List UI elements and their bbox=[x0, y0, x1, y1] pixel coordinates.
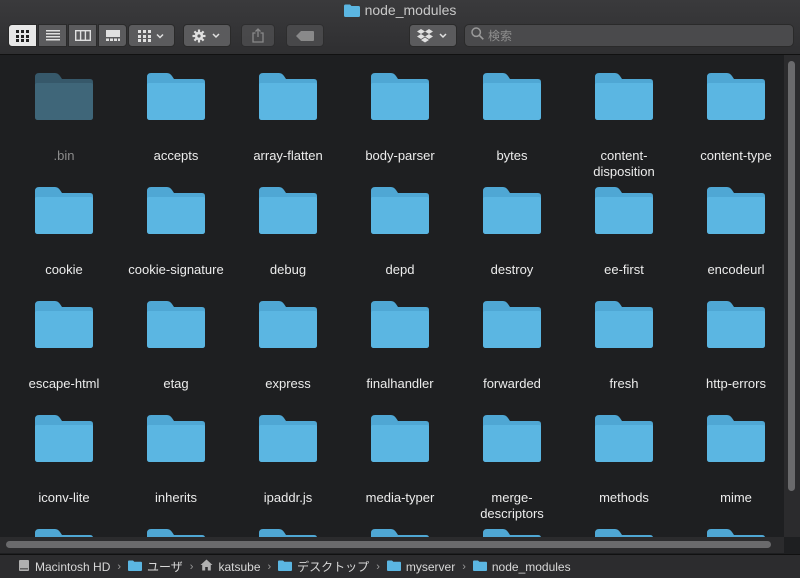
folder-icon bbox=[128, 560, 143, 574]
path-crumb[interactable]: ユーザ bbox=[128, 558, 183, 575]
folder-label: cookie-signature bbox=[128, 262, 224, 277]
folder-label: etag bbox=[163, 376, 189, 391]
folder-label: encodeurl bbox=[707, 262, 765, 277]
folder-label: finalhandler bbox=[366, 376, 434, 391]
group-grid-icon bbox=[137, 29, 164, 42]
folder-label: ee-first bbox=[604, 262, 644, 277]
folder-label: accepts bbox=[153, 148, 199, 163]
path-crumb-label: katsube bbox=[218, 559, 261, 574]
column-view-button[interactable] bbox=[68, 24, 97, 47]
vertical-scroll-thumb[interactable] bbox=[788, 61, 795, 491]
chevron-right-icon: › bbox=[462, 560, 466, 573]
vertical-scrollbar[interactable] bbox=[784, 55, 800, 537]
folder-label: destroy bbox=[490, 262, 534, 277]
path-crumb-label: myserver bbox=[405, 559, 456, 574]
list-icon bbox=[45, 30, 60, 41]
share-button[interactable] bbox=[241, 24, 275, 47]
toolbar: node_modules bbox=[0, 0, 800, 55]
view-mode-segment bbox=[8, 24, 128, 47]
gear-icon bbox=[192, 29, 220, 42]
folder-label: http-errors bbox=[706, 376, 766, 391]
chevron-right-icon: › bbox=[376, 560, 380, 573]
file-grid: .bin accepts array-flatten body-parser bytes… bbox=[0, 55, 784, 537]
columns-icon bbox=[74, 30, 91, 41]
dropbox-button[interactable] bbox=[409, 24, 457, 47]
chevron-right-icon: › bbox=[267, 560, 272, 573]
path-crumb-label: node_modules bbox=[491, 559, 571, 574]
share-icon bbox=[252, 28, 264, 43]
horizontal-scrollbar[interactable] bbox=[0, 537, 784, 553]
folder-label: ipaddr.js bbox=[263, 490, 313, 505]
path-crumb[interactable]: node_modules bbox=[472, 559, 571, 574]
search-icon bbox=[471, 26, 484, 45]
folder-label: merge- descriptors bbox=[480, 490, 544, 521]
path-crumb-label: ユーザ bbox=[147, 560, 183, 574]
folder-label: forwarded bbox=[483, 376, 541, 391]
horizontal-scroll-thumb[interactable] bbox=[6, 541, 771, 548]
folder-label: body-parser bbox=[365, 148, 435, 163]
tags-button[interactable] bbox=[286, 24, 324, 47]
folder-label: fresh bbox=[609, 376, 639, 391]
folder-label: debug bbox=[269, 262, 307, 277]
folder-label: escape-html bbox=[28, 376, 100, 391]
folder-icon bbox=[343, 4, 360, 20]
search-field[interactable] bbox=[464, 24, 794, 47]
folder-label: .bin bbox=[53, 148, 75, 163]
folder-label: express bbox=[265, 376, 311, 391]
search-input[interactable] bbox=[484, 28, 778, 43]
home-icon bbox=[200, 559, 213, 574]
path-bar: Macintosh HD › ユーザ › katsube › デスクトップ › myserver… bbox=[0, 554, 800, 578]
path-crumb[interactable]: katsube bbox=[200, 559, 261, 574]
path-crumb[interactable]: myserver bbox=[386, 559, 456, 574]
path-crumb-label: Macintosh HD bbox=[35, 559, 111, 574]
folder-icon bbox=[278, 560, 293, 574]
window-title: node_modules bbox=[0, 2, 800, 20]
folder-label: media-typer bbox=[365, 490, 435, 505]
folder-icon bbox=[472, 560, 487, 574]
folder-label: content-type bbox=[700, 148, 772, 163]
chevron-right-icon: › bbox=[189, 560, 194, 573]
path-crumb-label: デスクトップ bbox=[297, 560, 370, 574]
folder-label: array-flatten bbox=[253, 148, 323, 163]
folder-label: iconv-lite bbox=[38, 490, 90, 505]
gallery-view-button[interactable] bbox=[98, 24, 127, 47]
path-crumb[interactable]: Macintosh HD bbox=[18, 559, 110, 575]
hard-drive-icon bbox=[18, 559, 30, 575]
dropbox-icon bbox=[417, 28, 447, 42]
folder-label: methods bbox=[599, 490, 649, 505]
window-title-text: node_modules bbox=[364, 2, 457, 18]
grid-icon bbox=[15, 29, 29, 42]
list-view-button[interactable] bbox=[38, 24, 67, 47]
action-menu-button[interactable] bbox=[183, 24, 231, 47]
folder-label: inherits bbox=[155, 490, 197, 505]
folder-icon bbox=[386, 560, 401, 574]
group-by-button[interactable] bbox=[128, 24, 175, 47]
folder-label: mime bbox=[720, 490, 752, 505]
folder-label: content- disposition bbox=[593, 148, 655, 179]
folder-label: cookie bbox=[45, 262, 83, 277]
folder-label: depd bbox=[385, 262, 415, 277]
folder-label: bytes bbox=[496, 148, 528, 163]
icon-view-button[interactable] bbox=[8, 24, 37, 47]
chevron-right-icon: › bbox=[117, 560, 122, 573]
tag-icon bbox=[296, 30, 314, 41]
path-crumb[interactable]: デスクトップ bbox=[278, 558, 369, 575]
gallery-icon bbox=[105, 30, 120, 41]
